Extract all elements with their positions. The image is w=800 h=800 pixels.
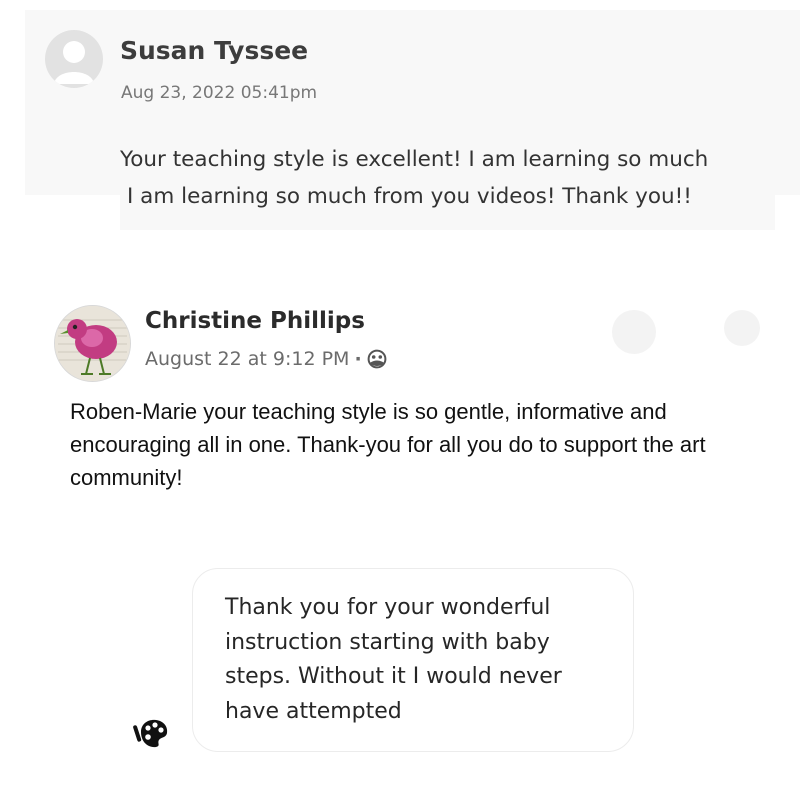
meta-separator: · — [354, 348, 362, 370]
author-name: Susan Tyssee — [120, 36, 309, 65]
default-user-avatar-icon — [45, 30, 103, 88]
decorative-circle — [612, 310, 656, 354]
post-meta: August 22 at 9:12 PM · — [145, 346, 387, 372]
message-text: Thank you for your wonderful instruction… — [225, 595, 562, 724]
review-text-line: I am learning so much from you videos! T… — [127, 184, 692, 209]
friends-audience-icon[interactable] — [367, 349, 387, 369]
pink-bird-art-avatar — [54, 305, 131, 382]
art-palette-avatar-icon — [131, 710, 175, 754]
post-timestamp: August 22 at 9:12 PM — [145, 348, 350, 370]
author-name: Christine Phillips — [145, 308, 365, 334]
decorative-circle — [724, 310, 760, 346]
message-bubble: Thank you for your wonderful instruction… — [192, 568, 634, 752]
review-timestamp: Aug 23, 2022 05:41pm — [121, 83, 318, 103]
review-text-line: Your teaching style is excellent! I am l… — [120, 147, 709, 172]
comment-text: Roben-Marie your teaching style is so ge… — [70, 399, 706, 490]
